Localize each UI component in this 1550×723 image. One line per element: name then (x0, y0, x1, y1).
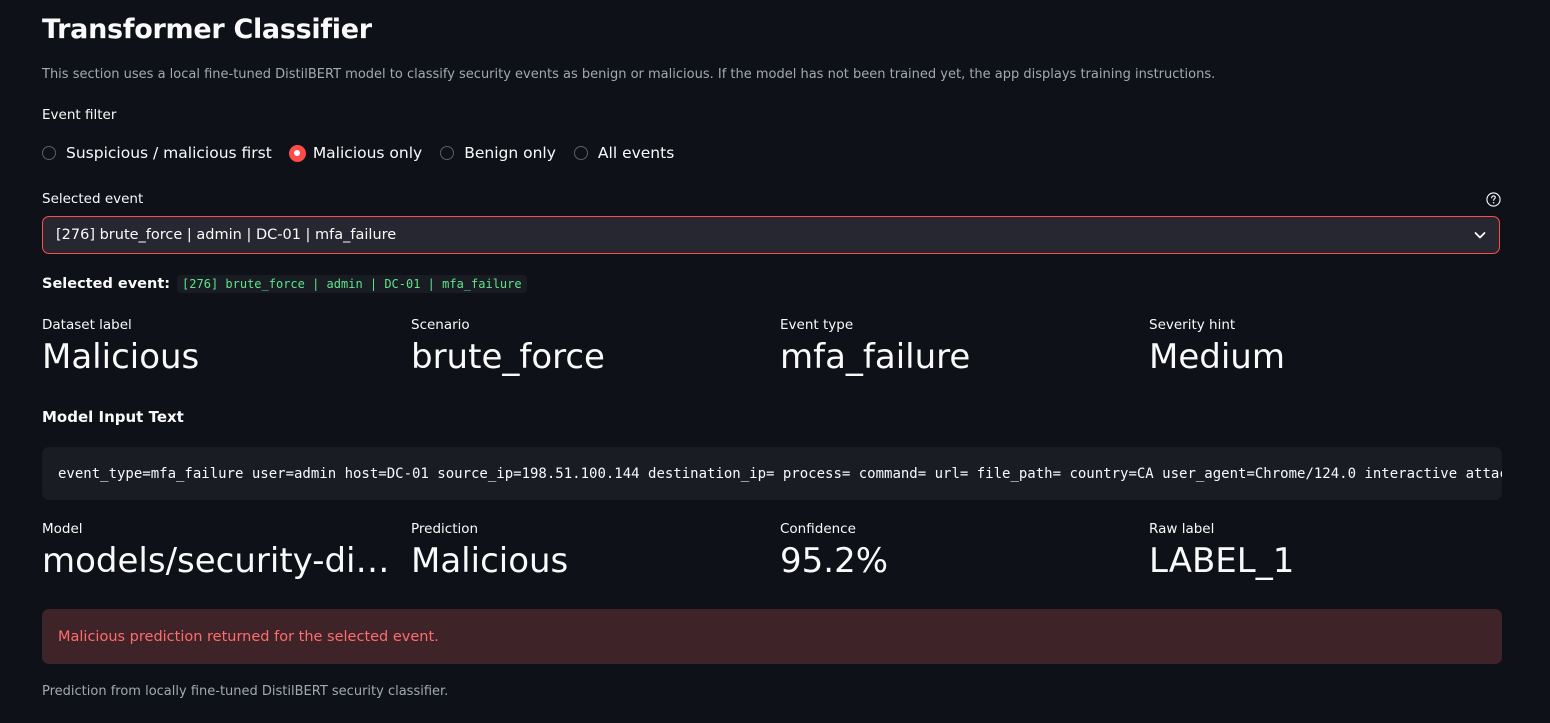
event-filter-radio-group: Suspicious / malicious first Malicious o… (42, 140, 692, 166)
selected-event-label: Selected event (42, 191, 144, 207)
radio-malicious-only[interactable]: Malicious only (288, 144, 423, 162)
alert-text: Malicious prediction returned for the se… (58, 628, 439, 645)
metric-value: LABEL_1 (1149, 541, 1295, 581)
metric-dataset-label: Dataset label Malicious (42, 317, 397, 377)
metric-label: Dataset label (42, 317, 132, 333)
radio-all-events[interactable]: All events (573, 144, 675, 162)
page-description: This section uses a local fine-tuned Dis… (42, 67, 1216, 82)
metric-raw-label: Raw label LABEL_1 (1149, 521, 1504, 581)
metric-value: Malicious (411, 541, 569, 581)
radio-label: Suspicious / malicious first (66, 144, 272, 162)
metric-label: Confidence (780, 521, 856, 537)
metric-confidence: Confidence 95.2% (780, 521, 1135, 581)
help-icon[interactable] (1486, 192, 1501, 207)
metric-prediction: Prediction Malicious (411, 521, 766, 581)
radio-circle-icon (42, 146, 56, 160)
metric-model: Model models/security-distilbert (42, 521, 397, 581)
metric-label: Scenario (411, 317, 470, 333)
model-input-heading: Model Input Text (42, 408, 184, 426)
radio-label: Benign only (464, 144, 556, 162)
radio-benign-only[interactable]: Benign only (440, 144, 556, 162)
error-alert: Malicious prediction returned for the se… (42, 609, 1502, 664)
selected-event-select[interactable]: [276] brute_force | admin | DC-01 | mfa_… (42, 216, 1500, 254)
metric-label: Severity hint (1149, 317, 1236, 333)
metric-label: Prediction (411, 521, 479, 537)
selected-event-summary: Selected event: [276] brute_force | admi… (42, 275, 527, 293)
metric-label: Event type (780, 317, 854, 333)
metric-value: models/security-distilbert (42, 541, 397, 581)
metric-event-type: Event type mfa_failure (780, 317, 1135, 377)
metric-value: Medium (1149, 337, 1285, 377)
selected-event-summary-label: Selected event: (42, 276, 171, 292)
metric-label: Model (42, 521, 83, 537)
select-value: [276] brute_force | admin | DC-01 | mfa_… (56, 227, 397, 243)
transformer-classifier-page: Transformer Classifier This section uses… (0, 0, 1550, 723)
metric-label: Raw label (1149, 521, 1215, 537)
metric-severity-hint: Severity hint Medium (1149, 317, 1504, 377)
radio-checked-icon (288, 144, 306, 162)
model-input-text: event_type=mfa_failure user=admin host=D… (58, 465, 1502, 482)
radio-label: All events (597, 144, 675, 162)
metric-value: brute_force (411, 337, 605, 377)
metric-value: Malicious (42, 337, 200, 377)
metric-value: mfa_failure (780, 337, 971, 377)
radio-circle-icon (440, 146, 455, 160)
metric-value: 95.2% (780, 541, 889, 581)
page-title: Transformer Classifier (42, 14, 372, 45)
radio-label: Malicious only (312, 144, 423, 162)
metric-scenario: Scenario brute_force (411, 317, 766, 377)
selected-event-code: [276] brute_force | admin | DC-01 | mfa_… (177, 275, 527, 293)
chevron-down-icon (1474, 232, 1486, 239)
radio-suspicious-malicious-first[interactable]: Suspicious / malicious first (42, 144, 272, 162)
caption-text: Prediction from locally fine-tuned Disti… (42, 684, 449, 699)
model-input-code-block[interactable]: event_type=mfa_failure user=admin host=D… (42, 447, 1502, 500)
event-filter-label: Event filter (42, 107, 117, 123)
radio-circle-icon (573, 146, 588, 160)
